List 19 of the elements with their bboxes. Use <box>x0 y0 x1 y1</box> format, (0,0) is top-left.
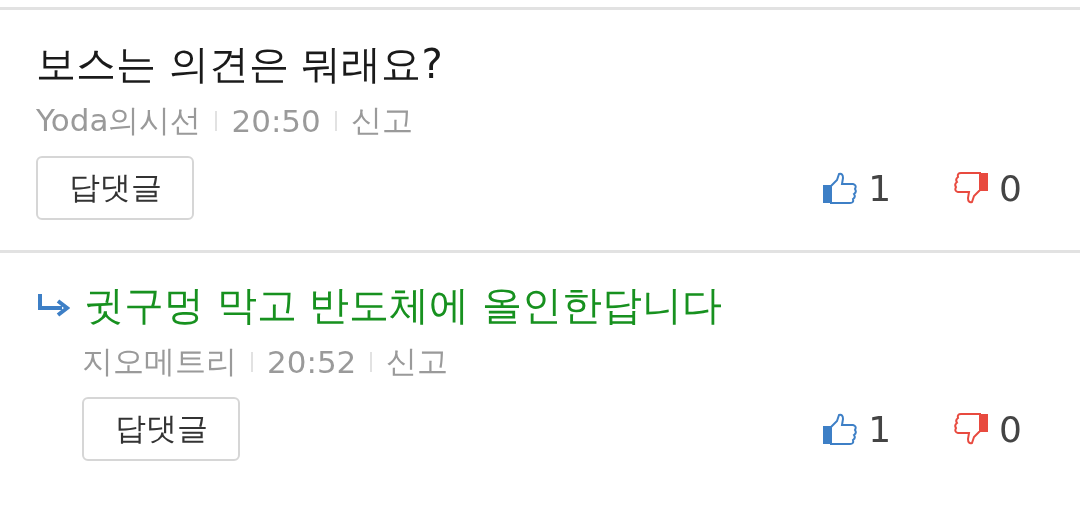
thumbs-down-icon[interactable] <box>953 413 990 445</box>
reply-button[interactable]: 답댓글 <box>36 156 194 220</box>
thumbs-up-icon[interactable] <box>822 172 859 204</box>
timestamp: 20:50 <box>231 103 321 139</box>
dislike-count: 0 <box>999 408 1022 450</box>
like-count: 1 <box>868 167 892 209</box>
author-name[interactable]: Yoda의시선 <box>36 100 202 142</box>
author-name[interactable]: 지오메트리 <box>82 341 237 383</box>
thumbs-up-icon[interactable] <box>822 413 859 445</box>
like-count: 1 <box>868 408 892 450</box>
comment-text: 보스는 의견은 뭐래요? <box>36 40 443 89</box>
comment-text: 귓구멍 막고 반도체에 올인한답니다 <box>84 281 723 330</box>
reply-button[interactable]: 답댓글 <box>82 397 240 461</box>
reply-arrow-icon <box>36 292 70 318</box>
dislike-count: 0 <box>999 167 1022 209</box>
report-link[interactable]: 신고 <box>386 341 449 383</box>
timestamp: 20:52 <box>267 344 357 380</box>
thumbs-down-icon[interactable] <box>953 172 990 204</box>
report-link[interactable]: 신고 <box>350 100 413 142</box>
